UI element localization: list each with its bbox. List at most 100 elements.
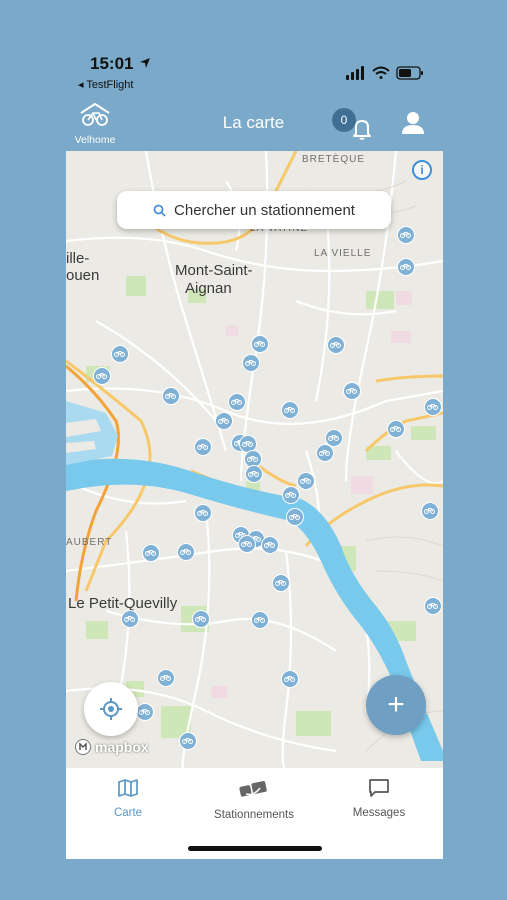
bike-icon (114, 351, 125, 357)
cellular-signal-icon (346, 66, 364, 80)
bike-icon (346, 388, 357, 394)
bike-icon (195, 616, 206, 622)
parking-marker[interactable] (286, 508, 304, 526)
parking-marker[interactable] (272, 574, 290, 592)
place-label: Aignan (185, 280, 232, 297)
bike-icon (231, 399, 242, 405)
add-parking-button[interactable]: + (366, 675, 426, 735)
notification-badge: 0 (332, 108, 356, 132)
parking-marker[interactable] (387, 420, 405, 438)
parking-marker[interactable] (261, 536, 279, 554)
bike-icon (330, 342, 341, 348)
bike-icon (427, 404, 438, 410)
parking-marker[interactable] (421, 502, 439, 520)
parking-marker[interactable] (192, 610, 210, 628)
profile-icon[interactable] (400, 110, 426, 136)
parking-marker[interactable] (245, 465, 263, 483)
parking-marker[interactable] (111, 345, 129, 363)
parking-marker[interactable] (194, 504, 212, 522)
parking-marker[interactable] (142, 544, 160, 562)
page-title: La carte (222, 113, 285, 132)
parking-marker[interactable] (121, 610, 139, 628)
map-view[interactable]: BRETÈQUE LA VATINE LA VIELLE ille- ouen … (66, 151, 443, 768)
district-label: LA VIELLE (314, 248, 372, 259)
bike-icon (182, 738, 193, 744)
bike-icon (160, 675, 171, 681)
bike-icon (248, 471, 259, 477)
parking-marker[interactable] (424, 597, 442, 615)
parking-marker[interactable] (157, 669, 175, 687)
bike-icon (285, 492, 296, 498)
parking-marker[interactable] (228, 393, 246, 411)
district-label: AUBERT (66, 537, 113, 548)
tab-label: Messages (352, 807, 406, 819)
search-icon (153, 204, 166, 217)
home-indicator (188, 846, 322, 851)
map-icon (118, 779, 138, 797)
parking-marker[interactable] (136, 703, 154, 721)
parking-marker[interactable] (179, 732, 197, 750)
notifications-button[interactable]: 0 (332, 108, 376, 142)
tab-label: Carte (113, 807, 143, 819)
parking-marker[interactable] (397, 226, 415, 244)
battery-icon (396, 66, 423, 80)
bike-icon (284, 407, 295, 413)
status-icons (346, 66, 423, 80)
place-label: Mont-Saint- (175, 262, 253, 279)
parking-marker[interactable] (251, 335, 269, 353)
bike-icon (328, 435, 339, 441)
bike-icon (284, 676, 295, 682)
message-icon (369, 779, 389, 797)
bike-icon (289, 514, 300, 520)
bike-icon (218, 418, 229, 424)
back-to-testflight-link[interactable]: ◂ TestFlight (78, 78, 133, 91)
locate-me-button[interactable] (84, 682, 138, 736)
search-input[interactable]: Chercher un stationnement (117, 191, 391, 229)
parking-marker[interactable] (251, 611, 269, 629)
status-time: 15:01 (90, 54, 134, 73)
wifi-icon (372, 66, 390, 79)
place-label: ouen (66, 267, 100, 284)
parking-marker[interactable] (397, 258, 415, 276)
parking-marker[interactable] (215, 412, 233, 430)
bike-icon (390, 426, 401, 432)
parking-marker[interactable] (424, 398, 442, 416)
tab-carte[interactable]: Carte (73, 778, 183, 819)
parking-marker[interactable] (194, 438, 212, 456)
bike-icon (145, 550, 156, 556)
parking-marker[interactable] (343, 382, 361, 400)
parking-marker[interactable] (327, 336, 345, 354)
bike-icon (247, 456, 258, 462)
parking-marker[interactable] (238, 535, 256, 553)
parking-marker[interactable] (93, 367, 111, 385)
parking-marker[interactable] (281, 401, 299, 419)
search-placeholder: Chercher un stationnement (174, 201, 355, 219)
parking-marker[interactable] (162, 387, 180, 405)
bike-icon (197, 444, 208, 450)
parking-marker[interactable] (282, 486, 300, 504)
bike-icon (245, 360, 256, 366)
crosshair-icon (100, 698, 122, 720)
tab-stationnements[interactable]: Stationnements (199, 778, 309, 821)
bike-icon (254, 341, 265, 347)
parking-marker[interactable] (281, 670, 299, 688)
bike-icon (319, 450, 330, 456)
parking-marker[interactable] (177, 543, 195, 561)
place-label: ille- (66, 250, 90, 267)
tab-messages[interactable]: Messages (324, 778, 434, 819)
bike-icon (427, 603, 438, 609)
bike-icon (165, 393, 176, 399)
parking-marker[interactable] (242, 354, 260, 372)
parking-marker[interactable] (316, 444, 334, 462)
parking-marker[interactable] (297, 472, 315, 490)
tab-label: Stationnements (214, 809, 294, 821)
bike-icon (424, 508, 435, 514)
info-icon[interactable]: i (412, 160, 432, 180)
bike-icon (242, 441, 253, 447)
bike-icon (400, 232, 411, 238)
mapbox-logo-icon (75, 739, 91, 755)
bike-icon (197, 510, 208, 516)
bike-icon (180, 549, 191, 555)
mapbox-attribution[interactable]: mapbox (74, 738, 149, 756)
bike-icon (241, 541, 252, 547)
